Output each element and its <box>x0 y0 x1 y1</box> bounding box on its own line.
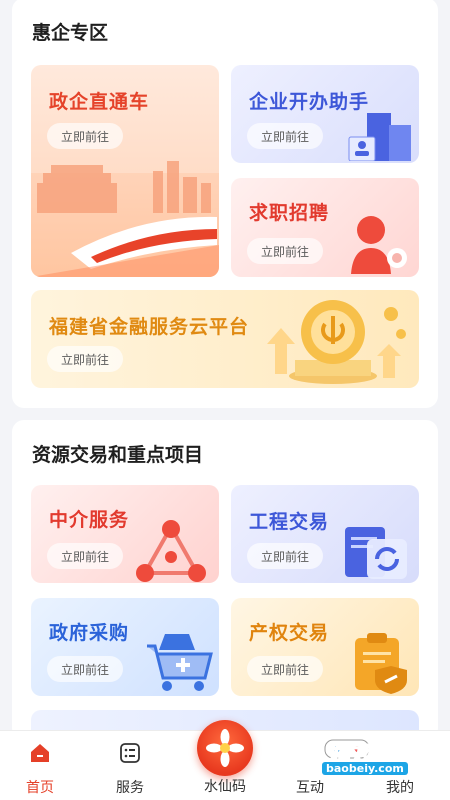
card-title: 工程交易 <box>249 511 330 533</box>
card-zhongjie-fuwu[interactable]: 中介服务 立即前往 <box>31 485 219 583</box>
services-icon <box>120 743 140 763</box>
network-icon <box>136 520 206 582</box>
recruit-person-icon <box>351 216 407 274</box>
card-title: 福建省金融服务云平台 <box>49 316 250 338</box>
card-title: 政企直通车 <box>49 91 150 113</box>
card-chanquan-jiaoyi[interactable]: 产权交易 立即前往 <box>231 598 419 696</box>
go-button[interactable]: 立即前往 <box>247 238 323 264</box>
nav-label-center: 水仙码 <box>204 779 246 795</box>
card-zhengfu-caigou[interactable]: 政府采购 立即前往 <box>31 598 219 696</box>
section-title: 资源交易和重点项目 <box>32 444 204 466</box>
card-title: 政府采购 <box>49 622 130 644</box>
nav-home[interactable]: 首页 <box>0 731 80 800</box>
card-gongcheng-jiaoyi[interactable]: 工程交易 立即前往 <box>231 485 419 583</box>
go-button[interactable]: 立即前往 <box>47 123 123 149</box>
card-qiye-kaiban[interactable]: 企业开办助手 立即前往 <box>231 65 419 163</box>
go-button[interactable]: 立即前往 <box>247 543 323 569</box>
card-title: 求职招聘 <box>249 202 330 224</box>
narcissus-icon <box>206 729 244 767</box>
watermark-url: baobeiy.com <box>322 762 408 775</box>
go-button[interactable]: 立即前往 <box>247 123 323 149</box>
card-title: 中介服务 <box>49 509 130 531</box>
section-hui-qi: 惠企专区 政企直通车 立即前往 企业开办助手 立即前往 求职招聘 立即前往 福建… <box>12 0 438 408</box>
building-icon <box>348 113 411 161</box>
go-button[interactable]: 立即前往 <box>47 543 123 569</box>
section-resource-trade: 资源交易和重点项目 中介服务 立即前往 工程交易 立即前往 政府采购 立即前往 <box>12 420 438 750</box>
section-title: 惠企专区 <box>32 22 109 44</box>
clipboard-shield-icon <box>355 633 407 694</box>
go-button[interactable]: 立即前往 <box>47 656 123 682</box>
document-sync-icon <box>345 527 407 579</box>
card-title: 产权交易 <box>249 622 330 644</box>
nav-services[interactable]: 服务 <box>90 731 170 800</box>
nav-label: 首页 <box>26 780 54 796</box>
cart-icon <box>147 634 213 691</box>
card-title: 企业开办助手 <box>249 91 370 113</box>
card-qiuzhi-zhaopin[interactable]: 求职招聘 立即前往 <box>231 178 419 277</box>
go-button[interactable]: 立即前往 <box>47 346 123 372</box>
card-fujian-jinrong[interactable]: 福建省金融服务云平台 立即前往 <box>31 290 419 388</box>
card-zhengqi-zhitongche[interactable]: 政企直通车 立即前往 <box>31 65 219 277</box>
coin-platform-icon <box>267 300 406 384</box>
go-button[interactable]: 立即前往 <box>247 656 323 682</box>
train-illustration <box>31 161 219 277</box>
home-icon <box>31 744 49 762</box>
narcissus-code-button[interactable] <box>197 720 253 776</box>
nav-label: 服务 <box>116 780 144 796</box>
